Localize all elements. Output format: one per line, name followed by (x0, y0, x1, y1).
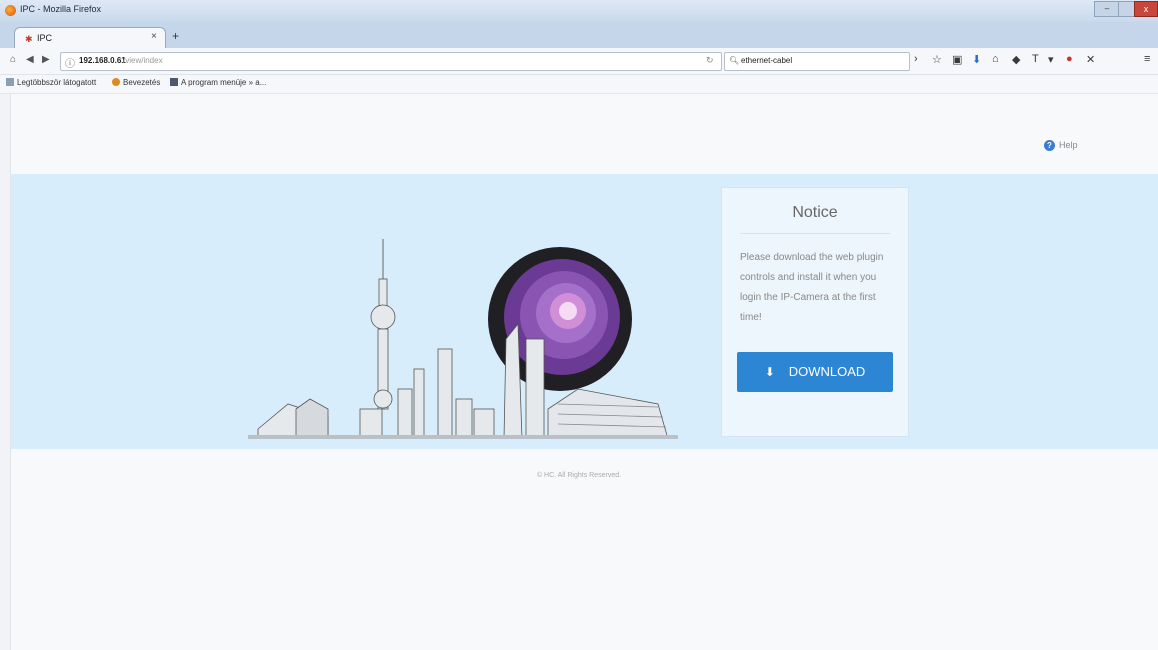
back-icon[interactable]: ◀ (26, 54, 34, 65)
page-content: ? Help Notice Please download the web pl… (0, 94, 1158, 650)
home-icon[interactable]: ⌂ (10, 54, 16, 65)
close-tab-icon[interactable]: × (151, 31, 157, 42)
firefox-bookmark-icon (112, 78, 120, 86)
left-edge-shade (0, 94, 11, 650)
bookmark-program-menu[interactable]: A program menüje » a... (170, 78, 266, 87)
addon-icon[interactable]: ✕ (1086, 53, 1095, 66)
hero-banner: Notice Please download the web plugin co… (10, 174, 1158, 449)
notice-panel: Notice Please download the web plugin co… (721, 187, 909, 437)
tab-ipc[interactable]: ✱ IPC × (14, 27, 166, 49)
downloads-icon[interactable]: ⬇ (972, 53, 981, 66)
close-window-button[interactable]: x (1134, 1, 1158, 17)
window-title: IPC - Mozilla Firefox (20, 4, 102, 14)
search-bar[interactable]: 🔍︎ ethernet-cabel (724, 52, 910, 71)
notice-divider (740, 233, 890, 234)
dropdown-icon[interactable]: ▾ (1048, 53, 1054, 66)
tab-title: IPC (37, 33, 53, 43)
reload-icon[interactable]: ↻ (706, 55, 714, 66)
url-path: /view/index (123, 56, 163, 65)
bookmark-intro[interactable]: Bevezetés (112, 78, 160, 87)
search-text: ethernet-cabel (741, 56, 793, 65)
notice-title: Notice (792, 204, 838, 221)
download-icon: ⬇ (764, 365, 775, 379)
new-tab-button[interactable]: + (172, 29, 179, 43)
text-tool-icon[interactable]: T (1032, 53, 1039, 65)
city-skyline-illustration (248, 239, 678, 439)
site-info-icon[interactable]: ⓘ (65, 55, 75, 70)
bookmarks-bar: Legtöbbször látogatott Bevezetés A progr… (0, 75, 1158, 94)
navigation-bar: ⌂ ◀ ▶ ⓘ 192.168.0.61 /view/index ↻ 🔍︎ et… (0, 48, 1158, 75)
url-host: 192.168.0.61 (79, 56, 126, 65)
help-link[interactable]: ? Help (1044, 140, 1078, 151)
search-icon: 🔍︎ (729, 56, 740, 65)
firefox-logo-icon (5, 5, 16, 16)
minimize-button[interactable]: – (1094, 1, 1120, 17)
tab-strip: ✱ IPC × + (0, 22, 1158, 49)
bookmark-star-icon[interactable]: ☆ (932, 53, 942, 66)
bookmark-most-visited[interactable]: Legtöbbször látogatott (6, 78, 96, 87)
forward-icon[interactable]: ▶ (42, 54, 50, 65)
adblock-icon[interactable]: ● (1066, 53, 1073, 65)
footer-copyright: © HC. All Rights Reserved. (536, 472, 622, 479)
bookmark-folder-icon (6, 78, 14, 86)
program-bookmark-icon (170, 78, 178, 86)
browser-window: IPC - Mozilla Firefox – x ✱ IPC × + ⌂ ◀ … (0, 0, 1158, 650)
help-icon: ? (1044, 140, 1055, 151)
pocket-icon[interactable]: ◆ (1012, 53, 1020, 66)
home-toolbar-icon[interactable]: ⌂ (992, 53, 999, 65)
search-go-icon[interactable]: › (914, 53, 918, 65)
bookmarks-menu-icon[interactable]: ▣ (952, 53, 962, 66)
title-bar: IPC - Mozilla Firefox – x (0, 0, 1158, 23)
tab-favicon-icon: ✱ (25, 34, 33, 44)
hamburger-menu-icon[interactable]: ≡ (1144, 53, 1150, 65)
notice-text: Please download the web plugin controls … (740, 252, 884, 323)
url-bar[interactable]: ⓘ 192.168.0.61 /view/index ↻ (60, 52, 722, 71)
download-button[interactable]: ⬇ DOWNLOAD (737, 352, 893, 392)
